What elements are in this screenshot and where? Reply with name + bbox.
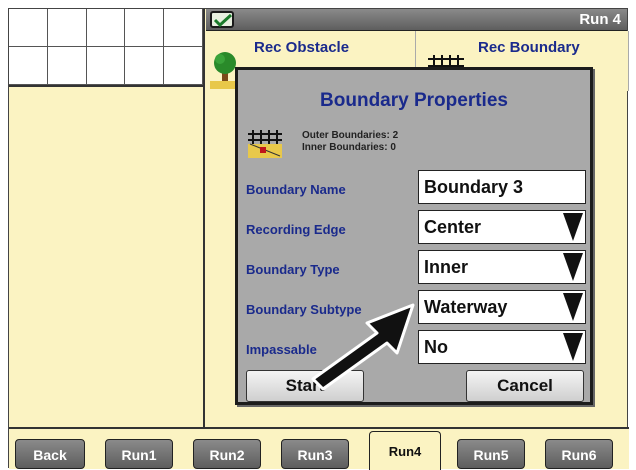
rec-boundary-label: Rec Boundary bbox=[478, 39, 580, 56]
dropdown-arrow-icon[interactable] bbox=[563, 293, 583, 321]
display-screen: Run 4 Rec Obstacle Rec Boundary Boundary… bbox=[8, 8, 629, 470]
cancel-button[interactable]: Cancel bbox=[466, 370, 584, 402]
checkmark-icon[interactable] bbox=[210, 11, 234, 28]
boundary-type-label: Boundary Type bbox=[246, 262, 340, 277]
grid-cell[interactable] bbox=[125, 47, 165, 85]
boundary-type-dropdown[interactable]: Inner bbox=[418, 250, 586, 284]
recording-edge-value: Center bbox=[424, 217, 482, 237]
tab-run4[interactable]: Run4 bbox=[369, 431, 441, 470]
recording-edge-dropdown[interactable]: Center bbox=[418, 210, 586, 244]
dropdown-arrow-icon[interactable] bbox=[563, 333, 583, 361]
rec-obstacle-label: Rec Obstacle bbox=[254, 39, 350, 56]
layout-grid bbox=[9, 9, 205, 87]
impassable-label: Impassable bbox=[246, 342, 317, 357]
boundary-subtype-dropdown[interactable]: Waterway bbox=[418, 290, 586, 324]
grid-cell[interactable] bbox=[164, 9, 203, 47]
recording-edge-label: Recording Edge bbox=[246, 222, 346, 237]
tab-run3[interactable]: Run3 bbox=[281, 439, 349, 469]
tab-run6[interactable]: Run6 bbox=[545, 439, 613, 469]
grid-cell[interactable] bbox=[86, 47, 126, 85]
tab-run1[interactable]: Run1 bbox=[105, 439, 173, 469]
outer-boundaries-count: Outer Boundaries: 2 bbox=[302, 130, 399, 141]
left-pane bbox=[9, 87, 205, 427]
boundary-subtype-value: Waterway bbox=[424, 297, 508, 317]
title-bar: Run 4 bbox=[206, 9, 627, 31]
grid-cell[interactable] bbox=[9, 47, 48, 85]
callout-arrow-icon bbox=[311, 303, 415, 391]
dialog-title: Boundary Properties bbox=[320, 90, 508, 111]
boundary-name-field[interactable]: Boundary 3 bbox=[418, 170, 586, 204]
grid-cell[interactable] bbox=[9, 9, 48, 47]
back-button[interactable]: Back bbox=[15, 439, 85, 469]
boundary-type-value: Inner bbox=[424, 257, 469, 277]
impassable-dropdown[interactable]: No bbox=[418, 330, 586, 364]
impassable-value: No bbox=[424, 337, 448, 357]
boundary-name-value: Boundary 3 bbox=[424, 177, 524, 197]
dropdown-arrow-icon[interactable] bbox=[563, 213, 583, 241]
boundary-icon bbox=[248, 130, 282, 158]
grid-cell[interactable] bbox=[125, 9, 165, 47]
grid-cell[interactable] bbox=[164, 47, 203, 85]
grid-cell[interactable] bbox=[47, 47, 87, 85]
tab-bar: Back Run1 Run2 Run3 Run4 Run5 Run6 bbox=[9, 427, 629, 470]
dropdown-arrow-icon[interactable] bbox=[563, 253, 583, 281]
inner-boundaries-count: Inner Boundaries: 0 bbox=[302, 142, 396, 153]
tab-run5[interactable]: Run5 bbox=[457, 439, 525, 469]
grid-cell[interactable] bbox=[47, 9, 87, 47]
boundary-name-label: Boundary Name bbox=[246, 182, 346, 197]
grid-cell[interactable] bbox=[86, 9, 126, 47]
tab-run2[interactable]: Run2 bbox=[193, 439, 261, 469]
run-title: Run 4 bbox=[579, 11, 621, 28]
